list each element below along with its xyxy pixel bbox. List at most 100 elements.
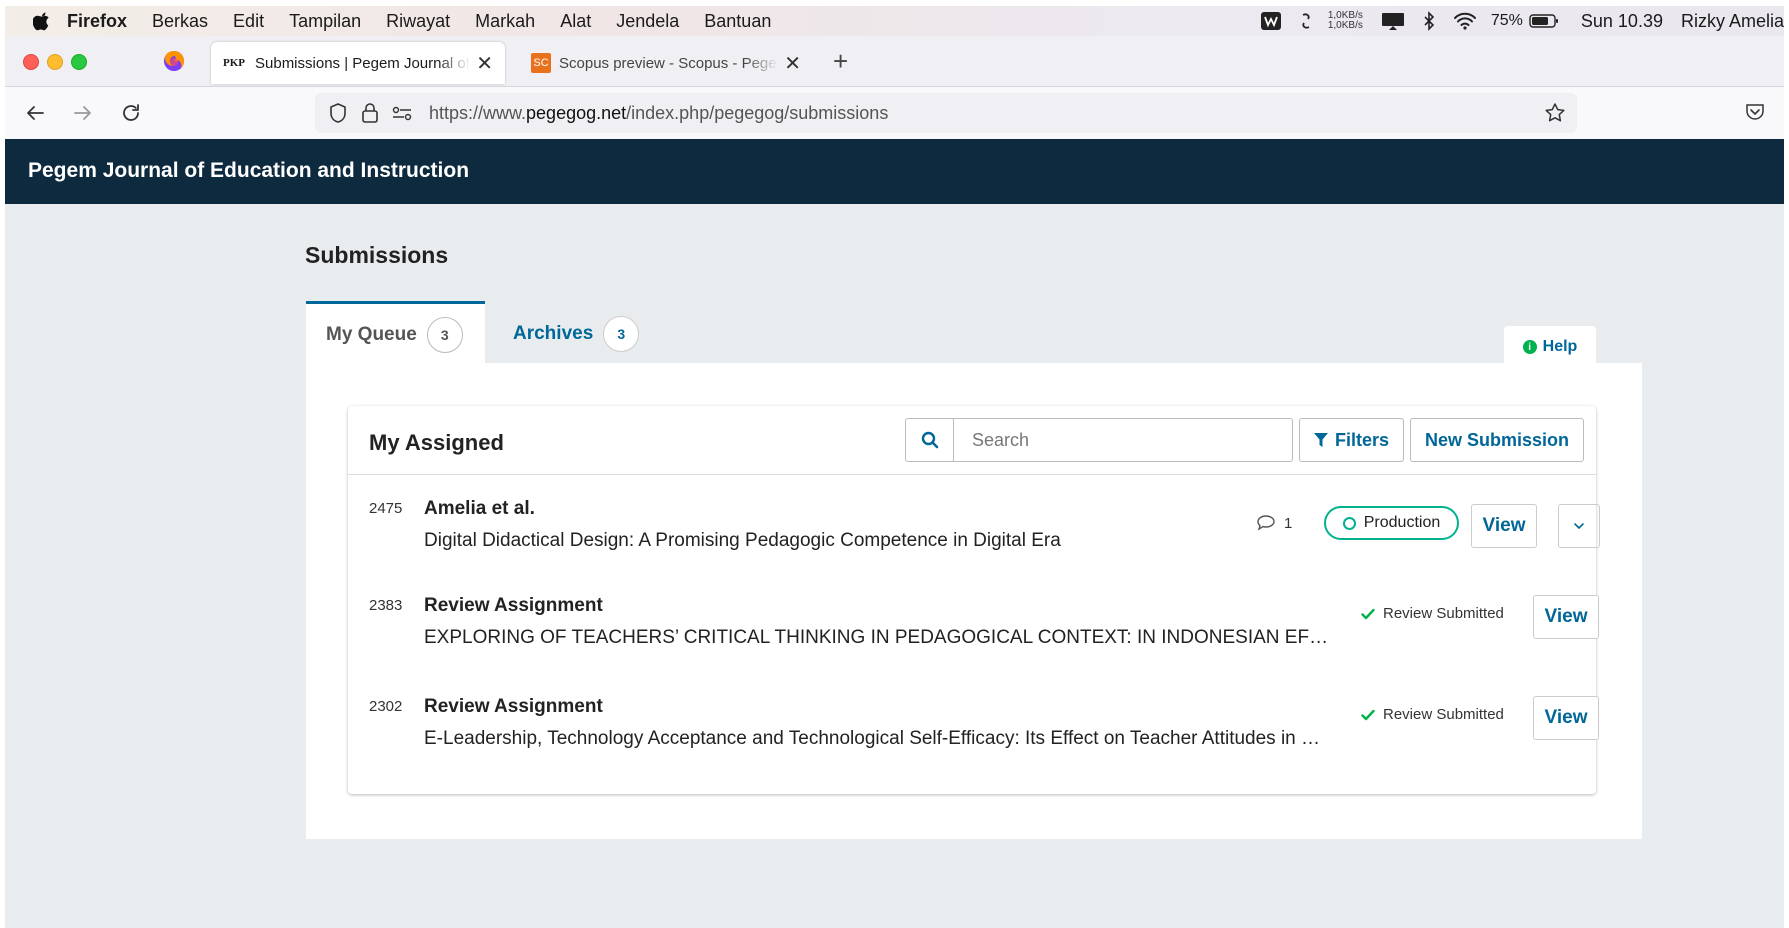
chevron-down-icon bbox=[1574, 523, 1584, 530]
url-text[interactable]: https://www.pegegog.net/index.php/pegego… bbox=[429, 103, 888, 124]
menu-tampilan[interactable]: Tampilan bbox=[289, 11, 361, 32]
user-name[interactable]: Rizky Amelia bbox=[1681, 11, 1784, 32]
close-window-button[interactable] bbox=[23, 54, 39, 70]
display-icon[interactable] bbox=[1381, 11, 1405, 31]
tab-label: My Queue bbox=[326, 323, 417, 345]
bluetooth-icon[interactable] bbox=[1423, 11, 1435, 31]
scopus-favicon: SC bbox=[531, 53, 551, 73]
browser-window: Firefox Berkas Edit Tampilan Riwayat Mar… bbox=[5, 6, 1784, 928]
submission-author: Review Assignment bbox=[424, 595, 603, 616]
pkp-favicon: PKP bbox=[223, 57, 245, 69]
submission-id: 2302 bbox=[369, 698, 403, 715]
tab-title: Scopus preview - Scopus - Pegem Journal bbox=[559, 54, 778, 72]
submission-author: Review Assignment bbox=[424, 696, 603, 717]
check-icon bbox=[1361, 709, 1375, 720]
menu-riwayat[interactable]: Riwayat bbox=[386, 11, 450, 32]
wifi-icon[interactable] bbox=[1453, 12, 1477, 30]
search-icon[interactable] bbox=[906, 419, 954, 461]
apple-icon[interactable] bbox=[33, 11, 51, 31]
filters-label: Filters bbox=[1334, 429, 1390, 450]
comment-count-value: 1 bbox=[1284, 514, 1293, 532]
filter-icon bbox=[1313, 433, 1328, 447]
review-status-label: Review Submitted bbox=[1383, 706, 1504, 723]
tab-scopus[interactable]: SC Scopus preview - Scopus - Pegem Journ… bbox=[519, 42, 813, 84]
new-tab-button[interactable]: + bbox=[833, 48, 848, 74]
clock[interactable]: Sun 10.39 bbox=[1581, 11, 1663, 32]
count-badge: 3 bbox=[603, 316, 640, 352]
menu-edit[interactable]: Edit bbox=[233, 11, 264, 32]
firefox-view-icon[interactable] bbox=[162, 49, 186, 73]
list-title: My Assigned bbox=[369, 430, 504, 455]
bookmark-star-icon[interactable] bbox=[1543, 101, 1567, 125]
count-badge: 3 bbox=[426, 316, 463, 353]
submission-id: 2383 bbox=[369, 597, 403, 614]
page-title: Submissions bbox=[305, 242, 449, 268]
submission-title: Digital Didactical Design: A Promising P… bbox=[424, 530, 1061, 551]
forward-icon[interactable] bbox=[71, 101, 95, 125]
stage-label: Production bbox=[1363, 514, 1441, 531]
tab-submissions[interactable]: PKP Submissions | Pegem Journal of Educa… bbox=[211, 42, 505, 84]
submission-author: Amelia et al. bbox=[424, 498, 535, 519]
comment-count: 1 bbox=[1256, 514, 1292, 532]
review-status-label: Review Submitted bbox=[1383, 605, 1504, 622]
menu-firefox[interactable]: Firefox bbox=[67, 11, 127, 32]
submission-title: EXPLORING OF TEACHERS’ CRITICAL THINKING… bbox=[424, 627, 1334, 648]
pocket-icon[interactable] bbox=[1744, 101, 1766, 123]
url-bar[interactable]: https://www.pegegog.net/index.php/pegego… bbox=[315, 93, 1577, 133]
url-prefix: https://www. bbox=[429, 102, 527, 123]
help-label: Help bbox=[1542, 338, 1578, 355]
lock-icon[interactable] bbox=[361, 102, 379, 124]
submission-id: 2475 bbox=[369, 500, 403, 517]
divider bbox=[348, 474, 1596, 475]
reload-icon[interactable] bbox=[119, 101, 143, 125]
zoom-window-button[interactable] bbox=[71, 54, 87, 70]
submission-row-2383: 2383 Review Assignment EXPLORING OF TEAC… bbox=[348, 593, 1599, 681]
view-button[interactable]: View bbox=[1533, 696, 1599, 740]
tracking-shield-icon[interactable] bbox=[327, 102, 349, 124]
stage-badge-production: Production bbox=[1324, 506, 1459, 540]
tab-label: Archives bbox=[513, 323, 594, 344]
menu-berkas[interactable]: Berkas bbox=[152, 11, 208, 32]
review-status: Review Submitted bbox=[1361, 706, 1504, 723]
submission-row-2475: 2475 Amelia et al. Digital Didactical De… bbox=[348, 496, 1600, 584]
submission-title: E-Leadership, Technology Acceptance and … bbox=[424, 728, 1334, 749]
stage-ring-icon bbox=[1342, 516, 1356, 530]
menu-bantuan[interactable]: Bantuan bbox=[704, 11, 771, 32]
info-icon: i bbox=[1522, 340, 1537, 354]
comment-icon bbox=[1257, 515, 1275, 531]
tab-archives[interactable]: Archives 3 bbox=[488, 304, 640, 364]
permissions-icon[interactable] bbox=[391, 104, 413, 122]
check-icon bbox=[1361, 608, 1375, 619]
url-domain: pegegog.net bbox=[526, 102, 627, 123]
review-status: Review Submitted bbox=[1361, 605, 1504, 622]
my-assigned-list: My Assigned Filters New Submission 2475 bbox=[348, 406, 1600, 794]
menu-alat[interactable]: Alat bbox=[560, 11, 591, 32]
macos-menubar: Firefox Berkas Edit Tampilan Riwayat Mar… bbox=[5, 6, 1784, 36]
main-content: Submissions My Queue 3 Archives 3 i Help… bbox=[5, 204, 1784, 928]
battery-percent: 75% bbox=[1490, 12, 1523, 29]
minimize-window-button[interactable] bbox=[47, 54, 63, 70]
close-tab-icon[interactable]: ✕ bbox=[476, 51, 493, 76]
new-submission-button[interactable]: New Submission bbox=[1410, 418, 1584, 462]
menu-markah[interactable]: Markah bbox=[475, 11, 535, 32]
help-button[interactable]: i Help bbox=[1504, 326, 1596, 368]
back-icon[interactable] bbox=[23, 101, 47, 125]
navigation-bar: https://www.pegegog.net/index.php/pegego… bbox=[5, 87, 1784, 140]
menu-jendela[interactable]: Jendela bbox=[616, 11, 679, 32]
battery-icon[interactable] bbox=[1529, 14, 1559, 28]
site-title[interactable]: Pegem Journal of Education and Instructi… bbox=[28, 159, 469, 183]
tab-my-queue[interactable]: My Queue 3 bbox=[306, 301, 485, 365]
filters-button[interactable]: Filters bbox=[1299, 418, 1404, 462]
sync-icon[interactable] bbox=[1300, 11, 1312, 31]
wps-icon[interactable] bbox=[1260, 11, 1282, 31]
search-input[interactable] bbox=[954, 419, 1292, 461]
submission-row-2302: 2302 Review Assignment E-Leadership, Tec… bbox=[348, 694, 1599, 782]
queue-panel: My Assigned Filters New Submission 2475 bbox=[306, 363, 1642, 839]
close-tab-icon[interactable]: ✕ bbox=[784, 51, 801, 76]
tab-title: Submissions | Pegem Journal of Education… bbox=[255, 54, 470, 72]
view-button[interactable]: View bbox=[1471, 504, 1537, 548]
search-field[interactable] bbox=[905, 418, 1293, 462]
expand-row-button[interactable] bbox=[1558, 504, 1600, 548]
net-download: 1,0KB/s bbox=[1327, 20, 1363, 31]
view-button[interactable]: View bbox=[1533, 595, 1599, 639]
